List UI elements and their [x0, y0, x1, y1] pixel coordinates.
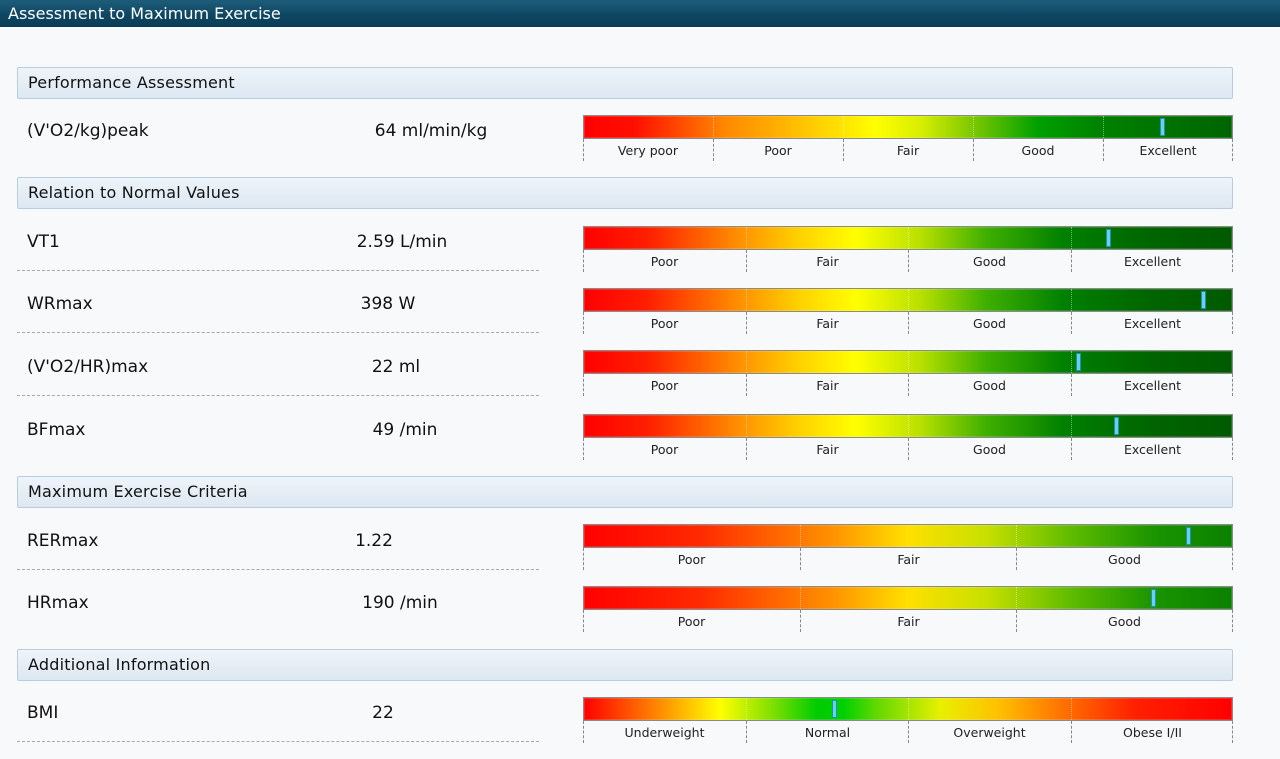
gauge-marker [1151, 589, 1156, 607]
gauge-divider [746, 415, 747, 437]
gauge-divider [746, 289, 747, 311]
row-label-bmi: BMI [27, 703, 59, 723]
gauge-wrmax: Poor Fair Good Excellent [583, 288, 1233, 334]
gauge-divider [746, 698, 747, 720]
gauge-divider [908, 698, 909, 720]
row-value-vo2kg-peak: 64 ml/min/kg [374, 121, 488, 141]
gauge-divider [1103, 116, 1104, 138]
gauge-hrmax: Poor Fair Good [583, 586, 1233, 632]
gauge-vo2kg-peak: Very poor Poor Fair Good Excellent [583, 115, 1233, 161]
gauge-segment-label: Fair [897, 614, 920, 629]
gauge-segment-label: Fair [816, 254, 839, 269]
gauge-segment-label: Excellent [1123, 254, 1182, 269]
gauge-segment-label: Fair [897, 552, 920, 567]
row-label-bfmax: BFmax [27, 420, 86, 440]
gauge-divider [1016, 525, 1017, 547]
row-separator [17, 741, 539, 742]
row-value-vo2hr-max: 22 ml [371, 357, 421, 377]
gauge-segment-label: Poor [764, 143, 792, 158]
section-header-relation[interactable]: Relation to Normal Values [17, 177, 1233, 209]
row-value-hrmax: 190 /min [362, 593, 438, 613]
gauge-bmi: Underweight Normal Overweight Obese I/II [583, 697, 1233, 743]
gauge-segment-label: Good [973, 316, 1006, 331]
gauge-marker [1106, 229, 1111, 247]
gauge-divider [713, 116, 714, 138]
gauge-segment-label: Poor [650, 254, 679, 269]
gauge-divider [746, 227, 747, 249]
gauge-divider [1016, 587, 1017, 609]
gauge-divider [1071, 227, 1072, 249]
row-label-rermax: RERmax [27, 531, 99, 551]
gauge-bfmax: Poor Fair Good Excellent [583, 414, 1233, 460]
gauge-segment-label: Underweight [624, 725, 705, 740]
window-title: Assessment to Maximum Exercise [0, 0, 1280, 27]
row-value-rermax: 1.22 [355, 531, 393, 551]
gauge-segment-label: Overweight [953, 725, 1026, 740]
gauge-segment-label: Excellent [1123, 316, 1182, 331]
gauge-segment-label: Poor [650, 442, 679, 457]
gauge-segment-label: Poor [677, 552, 706, 567]
row-label-wrmax: WRmax [27, 294, 93, 314]
gauge-segment-label: Fair [816, 442, 839, 457]
row-label-vo2hr-max: (V'O2/HR)max [27, 357, 149, 377]
gauge-segment-label: Normal [804, 725, 851, 740]
gauge-divider [1071, 415, 1072, 437]
gauge-segment-label: Good [1108, 552, 1141, 567]
gauge-segment-label: Very poor [617, 143, 679, 158]
section-header-additional[interactable]: Additional Information [17, 649, 1233, 681]
gauge-divider [1071, 698, 1072, 720]
row-value-bmi: 22 [372, 703, 394, 723]
section-header-criteria[interactable]: Maximum Exercise Criteria [17, 476, 1233, 508]
gauge-vt1: Poor Fair Good Excellent [583, 226, 1233, 272]
gauge-rermax: Poor Fair Good [583, 524, 1233, 570]
row-value-vt1: 2.59 L/min [356, 232, 448, 252]
gauge-segment-label: Poor [650, 378, 679, 393]
gauge-marker [1114, 417, 1119, 435]
gauge-marker [1201, 291, 1206, 309]
row-separator [17, 569, 539, 570]
row-separator [17, 395, 539, 396]
row-label-vo2kg-peak: (V'O2/kg)peak [27, 121, 149, 141]
gauge-marker [832, 700, 837, 718]
gauge-divider [908, 289, 909, 311]
gauge-segment-label: Poor [650, 316, 679, 331]
gauge-segment-label: Fair [816, 378, 839, 393]
gauge-marker [1076, 353, 1081, 371]
gauge-bar [583, 586, 1233, 610]
gauge-segment-label: Obese I/II [1123, 725, 1182, 740]
gauge-segment-label: Fair [896, 143, 920, 158]
gauge-divider [746, 351, 747, 373]
gauge-divider [1071, 351, 1072, 373]
gauge-segment-label: Poor [677, 614, 706, 629]
gauge-divider [908, 415, 909, 437]
row-value-wrmax: 398 W [360, 294, 416, 314]
row-separator [17, 332, 539, 333]
gauge-segment-label: Good [973, 254, 1006, 269]
gauge-divider [908, 227, 909, 249]
gauge-marker [1160, 118, 1165, 136]
row-label-vt1: VT1 [27, 232, 60, 252]
gauge-segment-label: Good [1108, 614, 1141, 629]
gauge-divider [800, 525, 801, 547]
gauge-vo2hr-max: Poor Fair Good Excellent [583, 350, 1233, 396]
gauge-segment-label: Good [973, 378, 1006, 393]
gauge-marker [1186, 527, 1191, 545]
row-value-bfmax: 49 /min [372, 420, 438, 440]
gauge-divider [908, 351, 909, 373]
gauge-divider [800, 587, 801, 609]
gauge-segment-label: Good [1021, 143, 1055, 158]
gauge-bar [583, 524, 1233, 548]
gauge-segment-label: Fair [816, 316, 839, 331]
gauge-bar [583, 115, 1233, 139]
gauge-segment-label: Excellent [1123, 378, 1182, 393]
section-header-performance[interactable]: Performance Assessment [17, 67, 1233, 99]
gauge-segment-label: Good [973, 442, 1006, 457]
gauge-divider [1071, 289, 1072, 311]
row-separator [17, 270, 539, 271]
gauge-divider [843, 116, 844, 138]
gauge-divider [973, 116, 974, 138]
gauge-segment-label: Excellent [1123, 442, 1182, 457]
gauge-segment-label: Excellent [1139, 143, 1197, 158]
row-label-hrmax: HRmax [27, 593, 89, 613]
